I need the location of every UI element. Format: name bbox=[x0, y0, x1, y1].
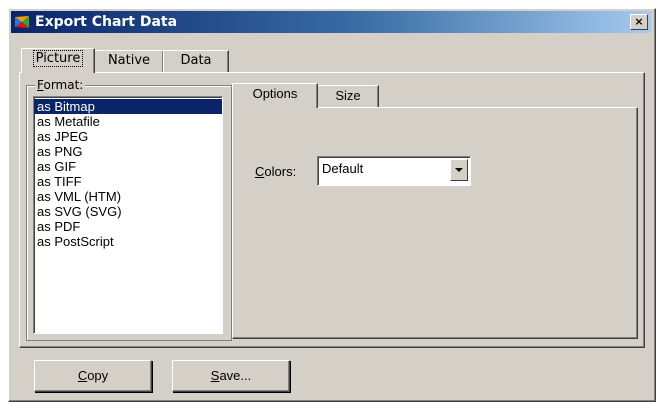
format-option-postscript[interactable]: as PostScript bbox=[34, 234, 222, 249]
colors-label: Colors: bbox=[255, 164, 297, 179]
close-icon: × bbox=[634, 15, 644, 28]
format-listbox[interactable]: as Bitmap as Metafile as JPEG as PNG as … bbox=[33, 96, 223, 334]
tab-size[interactable]: Size bbox=[317, 85, 379, 108]
tab-native-label: Native bbox=[107, 53, 151, 68]
tab-picture[interactable]: Picture bbox=[21, 48, 95, 73]
title-bar[interactable]: Export Chart Data × bbox=[11, 11, 651, 33]
format-option-pdf[interactable]: as PDF bbox=[34, 219, 222, 234]
window-title: Export Chart Data bbox=[35, 14, 178, 30]
tab-data[interactable]: Data bbox=[163, 50, 229, 73]
export-chart-data-dialog: Export Chart Data × Picture Native Data … bbox=[8, 8, 656, 402]
format-option-metafile[interactable]: as Metafile bbox=[34, 114, 222, 129]
chart-app-icon bbox=[15, 16, 29, 28]
format-option-gif[interactable]: as GIF bbox=[34, 159, 222, 174]
format-group-label: Format: bbox=[35, 78, 86, 92]
format-option-png[interactable]: as PNG bbox=[34, 144, 222, 159]
close-button[interactable]: × bbox=[630, 14, 648, 30]
tab-native[interactable]: Native bbox=[94, 50, 164, 73]
tab-options[interactable]: Options bbox=[232, 83, 318, 108]
colors-select[interactable]: Default bbox=[317, 156, 471, 186]
tab-data-label: Data bbox=[180, 53, 212, 68]
colors-dropdown-button[interactable] bbox=[450, 159, 468, 181]
format-option-svg[interactable]: as SVG (SVG) bbox=[34, 204, 222, 219]
colors-select-value: Default bbox=[322, 161, 364, 176]
format-group: Format: as Bitmap as Metafile as JPEG as… bbox=[26, 78, 232, 341]
format-option-bitmap[interactable]: as Bitmap bbox=[34, 99, 222, 114]
options-tab-panel: Colors: Default bbox=[232, 107, 638, 339]
format-option-vml[interactable]: as VML (HTM) bbox=[34, 189, 222, 204]
picture-tab-panel: Format: as Bitmap as Metafile as JPEG as… bbox=[19, 72, 645, 348]
format-option-tiff[interactable]: as TIFF bbox=[34, 174, 222, 189]
tab-options-label: Options bbox=[252, 86, 298, 101]
tab-size-label: Size bbox=[335, 88, 361, 103]
tab-picture-label: Picture bbox=[32, 50, 84, 67]
copy-button[interactable]: Copy bbox=[34, 360, 152, 392]
chevron-down-icon bbox=[455, 168, 463, 172]
format-option-jpeg[interactable]: as JPEG bbox=[34, 129, 222, 144]
save-button[interactable]: Save... bbox=[172, 360, 290, 392]
